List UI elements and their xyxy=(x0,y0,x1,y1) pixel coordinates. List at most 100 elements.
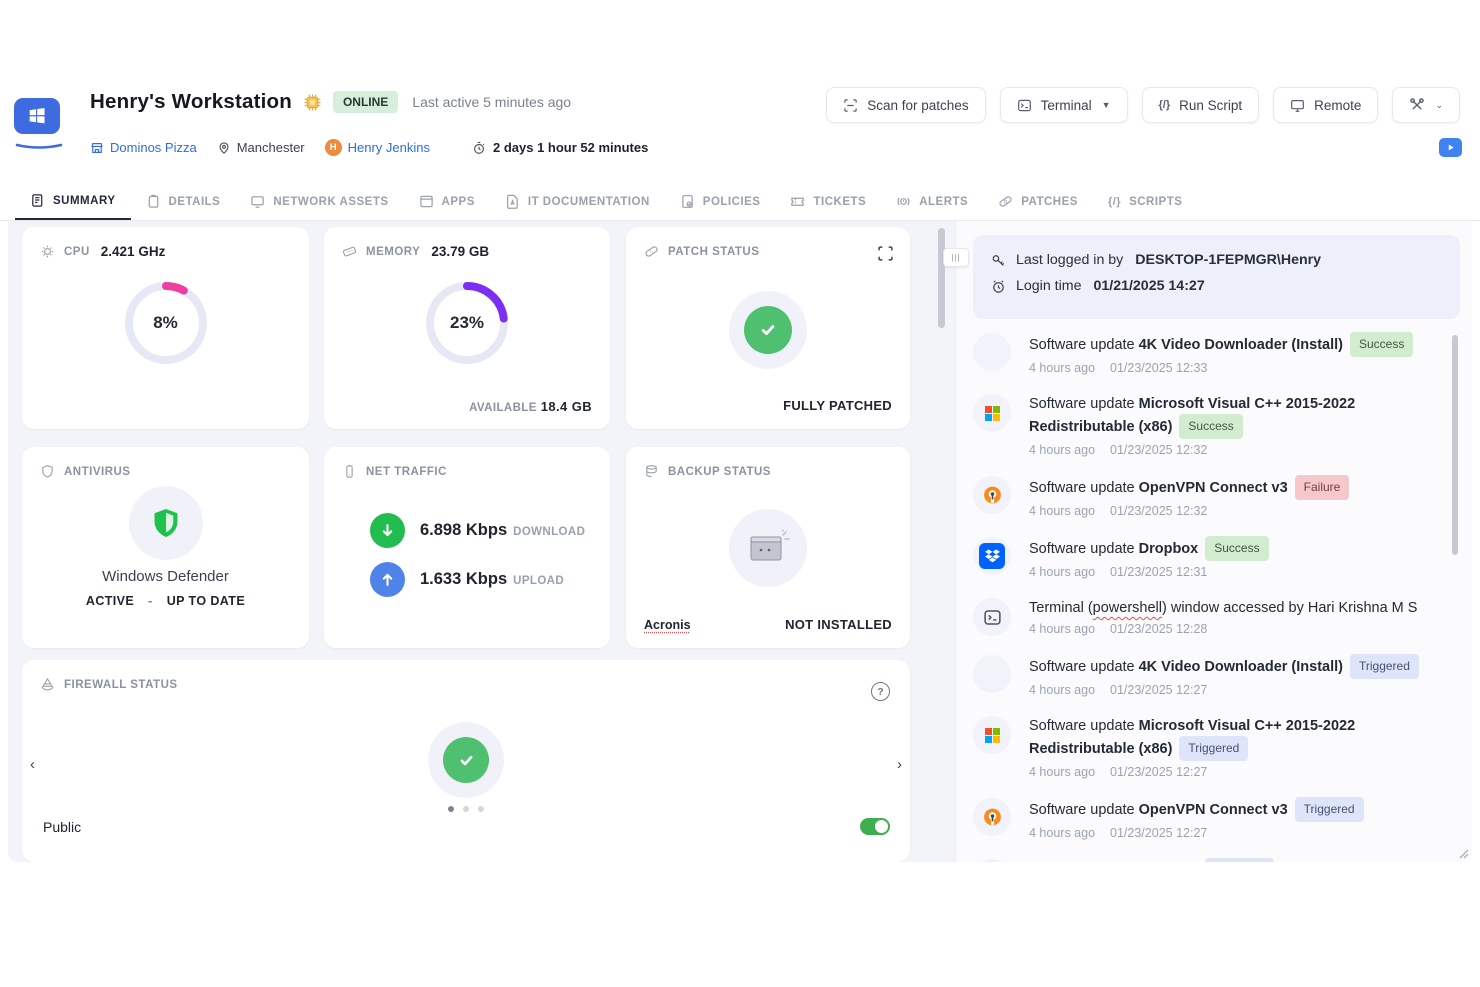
tickets-icon xyxy=(790,194,805,209)
memory-percent: 23% xyxy=(421,277,513,369)
tab-details[interactable]: DETAILS xyxy=(131,183,236,220)
antivirus-label: ANTIVIRUS xyxy=(64,466,130,478)
login-time-value: 01/21/2025 14:27 xyxy=(1093,278,1204,294)
panel-resize-handle[interactable]: ||| xyxy=(943,248,969,267)
feed-scrollbar[interactable] xyxy=(1452,335,1458,555)
key-icon xyxy=(991,253,1006,268)
antivirus-product: Windows Defender xyxy=(22,568,309,585)
check-icon xyxy=(744,306,792,354)
activity-meta: 4 hours ago01/23/2025 12:31 xyxy=(1029,565,1269,579)
carousel-prev-button[interactable]: ‹ xyxy=(26,752,39,777)
expand-scan-icon xyxy=(877,245,894,262)
terminal-button[interactable]: Terminal ▼ xyxy=(1000,87,1128,123)
antivirus-card: ANTIVIRUS Windows Defender ACTIVE-UP TO … xyxy=(22,447,309,648)
login-info-box: Last logged in byDESKTOP-1FEPMGR\Henry L… xyxy=(973,235,1460,319)
last-login-row: Last logged in byDESKTOP-1FEPMGR\Henry xyxy=(991,252,1442,268)
tab-patches[interactable]: PATCHES xyxy=(983,183,1093,220)
content-area: CPU 2.421 GHz 8% MEMORY 23.79 GB xyxy=(8,221,1472,862)
status-badge: Triggered xyxy=(1205,858,1274,862)
windows-logo-icon xyxy=(14,98,60,134)
activity-meta: 4 hours ago01/23/2025 12:27 xyxy=(1029,683,1419,697)
chevron-down-icon: ⌄ xyxy=(1435,100,1443,111)
device-swoosh-icon xyxy=(14,141,64,153)
tab-summary[interactable]: SUMMARY xyxy=(15,183,131,220)
tools-menu-button[interactable]: ⌄ xyxy=(1392,87,1460,123)
stopwatch-icon xyxy=(472,141,486,155)
terminal-icon xyxy=(1017,98,1032,113)
firewall-icon xyxy=(40,677,55,692)
status-badge: Success xyxy=(1179,414,1242,439)
tab-scripts[interactable]: {/} SCRIPTS xyxy=(1093,183,1197,220)
page-title: Henry's Workstation xyxy=(90,90,292,114)
activity-meta: 4 hours ago01/23/2025 12:33 xyxy=(1029,361,1413,375)
tab-network-assets[interactable]: NETWORK ASSETS xyxy=(235,183,403,220)
tab-apps[interactable]: APPS xyxy=(404,183,490,220)
chip-icon xyxy=(303,93,322,112)
backup-status-card: BACKUP STATUS Acronis NOT INSTALLED xyxy=(626,447,910,648)
cpu-icon xyxy=(40,244,55,259)
memory-label: MEMORY xyxy=(366,246,420,258)
public-firewall-toggle[interactable] xyxy=(860,818,890,835)
activity-item: Software updateOpenVPN Connect v3Failure… xyxy=(973,476,1446,518)
alerts-icon xyxy=(896,194,911,209)
activity-item: Terminal (powershell) window accessed by… xyxy=(973,598,1446,636)
app-generic-icon xyxy=(973,655,1011,693)
backup-label: BACKUP STATUS xyxy=(668,466,771,478)
uptime-label: 2 days 1 hour 52 minutes xyxy=(472,140,648,155)
tab-it-documentation[interactable]: IT DOCUMENTATION xyxy=(490,183,665,220)
patch-status-circle xyxy=(729,291,807,369)
activity-item: Software updateDropboxTriggered 4 hours … xyxy=(973,859,1446,862)
patch-icon xyxy=(644,244,659,259)
video-play-button[interactable] xyxy=(1439,138,1462,157)
last-active-text: Last active 5 minutes ago xyxy=(412,94,571,110)
openvpn-logo-icon xyxy=(973,476,1011,514)
shield-green-icon xyxy=(149,506,183,540)
dropbox-logo-icon xyxy=(973,859,1011,862)
summary-icon xyxy=(30,193,45,208)
backup-icon xyxy=(644,464,659,479)
location-pin-icon xyxy=(217,141,231,155)
tools-icon xyxy=(1409,97,1425,113)
assigned-user-link[interactable]: H Henry Jenkins xyxy=(325,139,430,156)
patch-label: PATCH STATUS xyxy=(668,246,759,258)
patch-scan-button[interactable] xyxy=(877,245,894,262)
remote-button[interactable]: Remote xyxy=(1273,87,1378,123)
left-pane-scrollbar[interactable] xyxy=(938,228,945,328)
scripts-icon: {/} xyxy=(1108,196,1121,208)
upload-value: 1.633 KbpsUPLOAD xyxy=(420,570,564,589)
shield-icon xyxy=(40,464,55,479)
net-traffic-card: NET TRAFFIC 6.898 KbpsDOWNLOAD 1.633 xyxy=(324,447,610,648)
it-documentation-icon xyxy=(505,194,520,209)
carousel-dots[interactable] xyxy=(448,806,484,812)
chevron-down-icon: ▼ xyxy=(1102,100,1111,110)
help-icon[interactable]: ? xyxy=(871,682,890,701)
app-generic-icon xyxy=(973,333,1011,371)
activity-meta: 4 hours ago01/23/2025 12:32 xyxy=(1029,504,1349,518)
run-script-button[interactable]: {/} Run Script xyxy=(1142,87,1260,123)
antivirus-status-circle xyxy=(129,486,203,560)
backup-illustration-circle xyxy=(729,509,807,587)
cpu-label: CPU xyxy=(64,246,90,258)
network-assets-icon xyxy=(250,194,265,209)
activity-item: Software update4K Video Downloader (Inst… xyxy=(973,333,1446,375)
cpu-card: CPU 2.421 GHz 8% xyxy=(22,227,309,429)
scan-for-patches-button[interactable]: Scan for patches xyxy=(826,87,985,123)
last-login-user: DESKTOP-1FEPMGR\Henry xyxy=(1135,252,1321,268)
tab-alerts[interactable]: ALERTS xyxy=(881,183,983,220)
activity-item: Software updateDropboxSuccess 4 hours ag… xyxy=(973,537,1446,579)
patch-status-text: FULLY PATCHED xyxy=(783,398,892,413)
tab-policies[interactable]: POLICIES xyxy=(665,183,776,220)
net-traffic-label: NET TRAFFIC xyxy=(366,466,447,478)
organization-link[interactable]: Dominos Pizza xyxy=(90,140,197,155)
download-value: 6.898 KbpsDOWNLOAD xyxy=(420,521,585,540)
carousel-next-button[interactable]: › xyxy=(893,752,906,777)
tab-tickets[interactable]: TICKETS xyxy=(775,183,881,220)
status-badge: ONLINE xyxy=(333,91,398,113)
memory-available: AVAILABLE18.4 GB xyxy=(469,399,592,414)
misspelled-word: powershell xyxy=(1093,600,1162,616)
details-icon xyxy=(146,194,161,209)
cpu-gauge: 8% xyxy=(120,277,212,369)
scan-icon xyxy=(843,98,858,113)
resize-corner-icon[interactable] xyxy=(1459,849,1469,859)
check-icon xyxy=(443,737,489,783)
